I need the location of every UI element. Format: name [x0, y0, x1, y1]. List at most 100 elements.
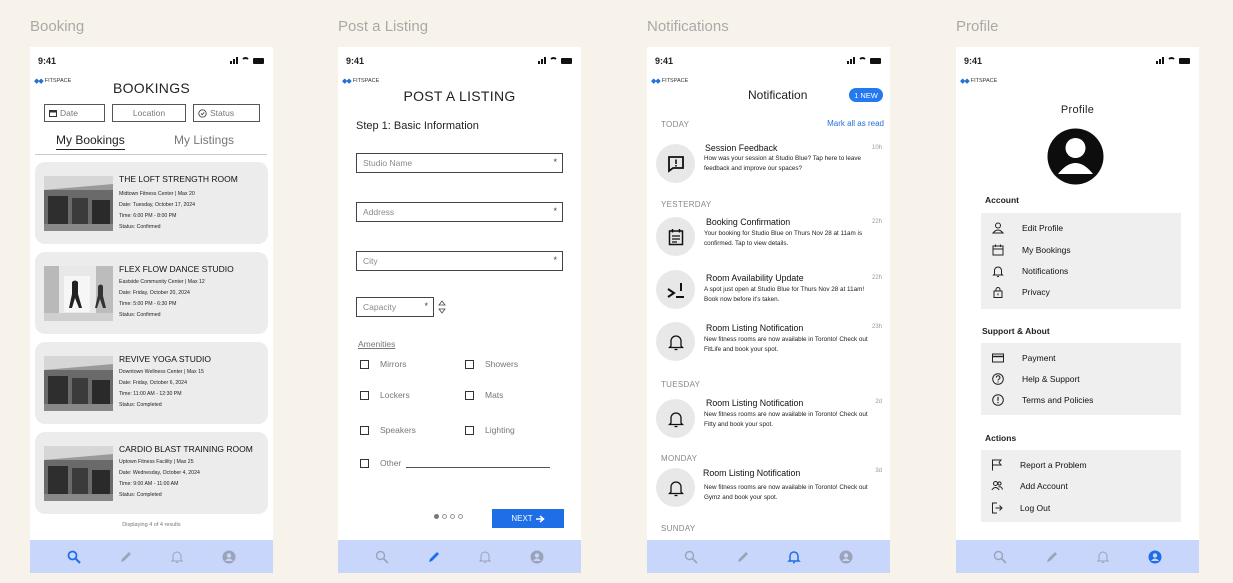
- amenity-showers[interactable]: Showers: [465, 359, 518, 369]
- wifi-icon: [1167, 57, 1176, 64]
- item-label: Help & Support: [1022, 374, 1080, 384]
- booking-card[interactable]: REVIVE YOGA STUDIO Downtown Wellness Cen…: [35, 342, 268, 424]
- next-button[interactable]: NEXT: [492, 509, 564, 528]
- search-nav-button[interactable]: [64, 547, 84, 567]
- info-icon: [992, 394, 1004, 406]
- card-location: Eastside Community Center | Max 12: [119, 279, 205, 285]
- checkbox[interactable]: [465, 425, 474, 435]
- item-label: Report a Problem: [1020, 460, 1087, 470]
- notifications-item[interactable]: Notifications: [991, 264, 1068, 278]
- amenity-label: Speakers: [380, 425, 416, 435]
- post-nav-button[interactable]: [733, 547, 753, 567]
- notification-time: 23h: [871, 324, 882, 330]
- listing-screen: 9:41 ◆◆ FITSPACE POST A LISTING Step 1: B…: [338, 47, 581, 573]
- tab-my-listings[interactable]: My Listings: [174, 133, 234, 147]
- signal-icon: [538, 57, 546, 64]
- notification-time: 2d: [875, 399, 882, 405]
- report-problem-item[interactable]: Report a Problem: [990, 458, 1087, 472]
- add-account-item[interactable]: Add Account: [990, 479, 1068, 493]
- amenity-speakers[interactable]: Speakers: [360, 425, 416, 435]
- mark-all-read-link[interactable]: Mark all as read: [827, 119, 884, 128]
- page-title: Profile: [1060, 104, 1095, 116]
- notification-icon: [656, 217, 695, 256]
- checkbox[interactable]: [360, 359, 369, 369]
- avatar-icon[interactable]: [1047, 128, 1104, 185]
- city-placeholder: City: [363, 256, 378, 266]
- page-dot: [442, 514, 447, 519]
- amenity-lighting[interactable]: Lighting: [465, 425, 515, 435]
- signal-icon: [230, 57, 238, 64]
- privacy-item[interactable]: Privacy: [991, 285, 1050, 299]
- tab-my-bookings[interactable]: My Bookings: [56, 133, 125, 150]
- notifications-nav-button[interactable]: [1093, 547, 1113, 567]
- help-support-item[interactable]: Help & Support: [991, 372, 1080, 386]
- card-date: Date: Tuesday, October 17, 2024: [119, 202, 196, 208]
- checkbox[interactable]: [360, 425, 369, 435]
- capacity-stepper-icon[interactable]: [438, 300, 446, 314]
- location-filter[interactable]: Location: [112, 104, 186, 122]
- bell-icon: [667, 334, 684, 350]
- post-nav-button[interactable]: [116, 547, 136, 567]
- address-field[interactable]: Address *: [356, 202, 563, 222]
- notification-body: How was your session at Studio Blue? Tap…: [704, 155, 862, 172]
- wifi-icon: [858, 57, 867, 64]
- availability-icon: [666, 282, 684, 298]
- notifications-nav-button[interactable]: [784, 547, 804, 567]
- page-dot: [450, 514, 455, 519]
- booking-card[interactable]: THE LOFT STRENGTH ROOM Midtown Fitness C…: [35, 162, 268, 244]
- amenity-label: Lighting: [485, 425, 515, 435]
- payment-item[interactable]: Payment: [991, 351, 1056, 365]
- user-icon: [992, 222, 1004, 234]
- notifications-nav-button[interactable]: [167, 547, 187, 567]
- profile-nav-button[interactable]: [836, 547, 856, 567]
- checkbox[interactable]: [360, 458, 369, 468]
- page-title: POST A LISTING: [403, 88, 516, 104]
- users-icon: [991, 481, 1003, 491]
- page-dot: [434, 514, 439, 519]
- bell-icon: [667, 480, 684, 496]
- page-title: Notification: [748, 88, 808, 102]
- card-time: Time: 11:00 AM - 12:30 PM: [119, 391, 182, 397]
- terms-item[interactable]: Terms and Policies: [991, 393, 1093, 407]
- calendar-icon: [668, 228, 683, 245]
- post-nav-button[interactable]: [1042, 547, 1062, 567]
- edit-profile-item[interactable]: Edit Profile: [991, 221, 1063, 235]
- bottom-nav: [647, 540, 890, 573]
- amenity-mirrors[interactable]: Mirrors: [360, 359, 406, 369]
- studio-image: [44, 446, 113, 501]
- amenity-mats[interactable]: Mats: [465, 390, 503, 400]
- status-bar: 9:41: [338, 56, 581, 68]
- profile-nav-button[interactable]: [1145, 547, 1165, 567]
- notifications-nav-button[interactable]: [475, 547, 495, 567]
- section-label-profile: Profile: [956, 18, 999, 35]
- calendar-icon: [992, 244, 1004, 256]
- amenity-other[interactable]: Other: [360, 458, 401, 468]
- booking-card[interactable]: FLEX FLOW DANCE STUDIO Eastside Communit…: [35, 252, 268, 334]
- checkbox[interactable]: [465, 359, 474, 369]
- search-nav-button[interactable]: [681, 547, 701, 567]
- card-status: Status: Completed: [119, 402, 162, 408]
- checkbox[interactable]: [465, 390, 474, 400]
- date-filter[interactable]: Date: [44, 104, 105, 122]
- logo-mark-icon: ◆◆: [960, 78, 970, 85]
- city-field[interactable]: City *: [356, 251, 563, 271]
- section-label-notifications: Notifications: [647, 18, 729, 35]
- capacity-placeholder: Capacity: [363, 302, 397, 312]
- page-indicator: [434, 514, 463, 519]
- search-nav-button[interactable]: [990, 547, 1010, 567]
- amenity-lockers[interactable]: Lockers: [360, 390, 410, 400]
- logout-item[interactable]: Log Out: [990, 501, 1050, 515]
- search-nav-button[interactable]: [372, 547, 392, 567]
- other-amenity-input[interactable]: [406, 467, 550, 468]
- profile-nav-button[interactable]: [527, 547, 547, 567]
- checkbox[interactable]: [360, 390, 369, 400]
- my-bookings-item[interactable]: My Bookings: [991, 243, 1071, 257]
- status-filter[interactable]: Status: [193, 104, 260, 122]
- capacity-field[interactable]: Capacity *: [356, 297, 434, 317]
- booking-card[interactable]: CARDIO BLAST TRAINING ROOM Uptown Fitnes…: [35, 432, 268, 514]
- studio-name-field[interactable]: Studio Name *: [356, 153, 563, 173]
- card-date: Date: Friday, October 6, 2024: [119, 380, 187, 386]
- post-nav-button[interactable]: [424, 547, 444, 567]
- profile-nav-button[interactable]: [219, 547, 239, 567]
- lock-icon: [993, 287, 1003, 298]
